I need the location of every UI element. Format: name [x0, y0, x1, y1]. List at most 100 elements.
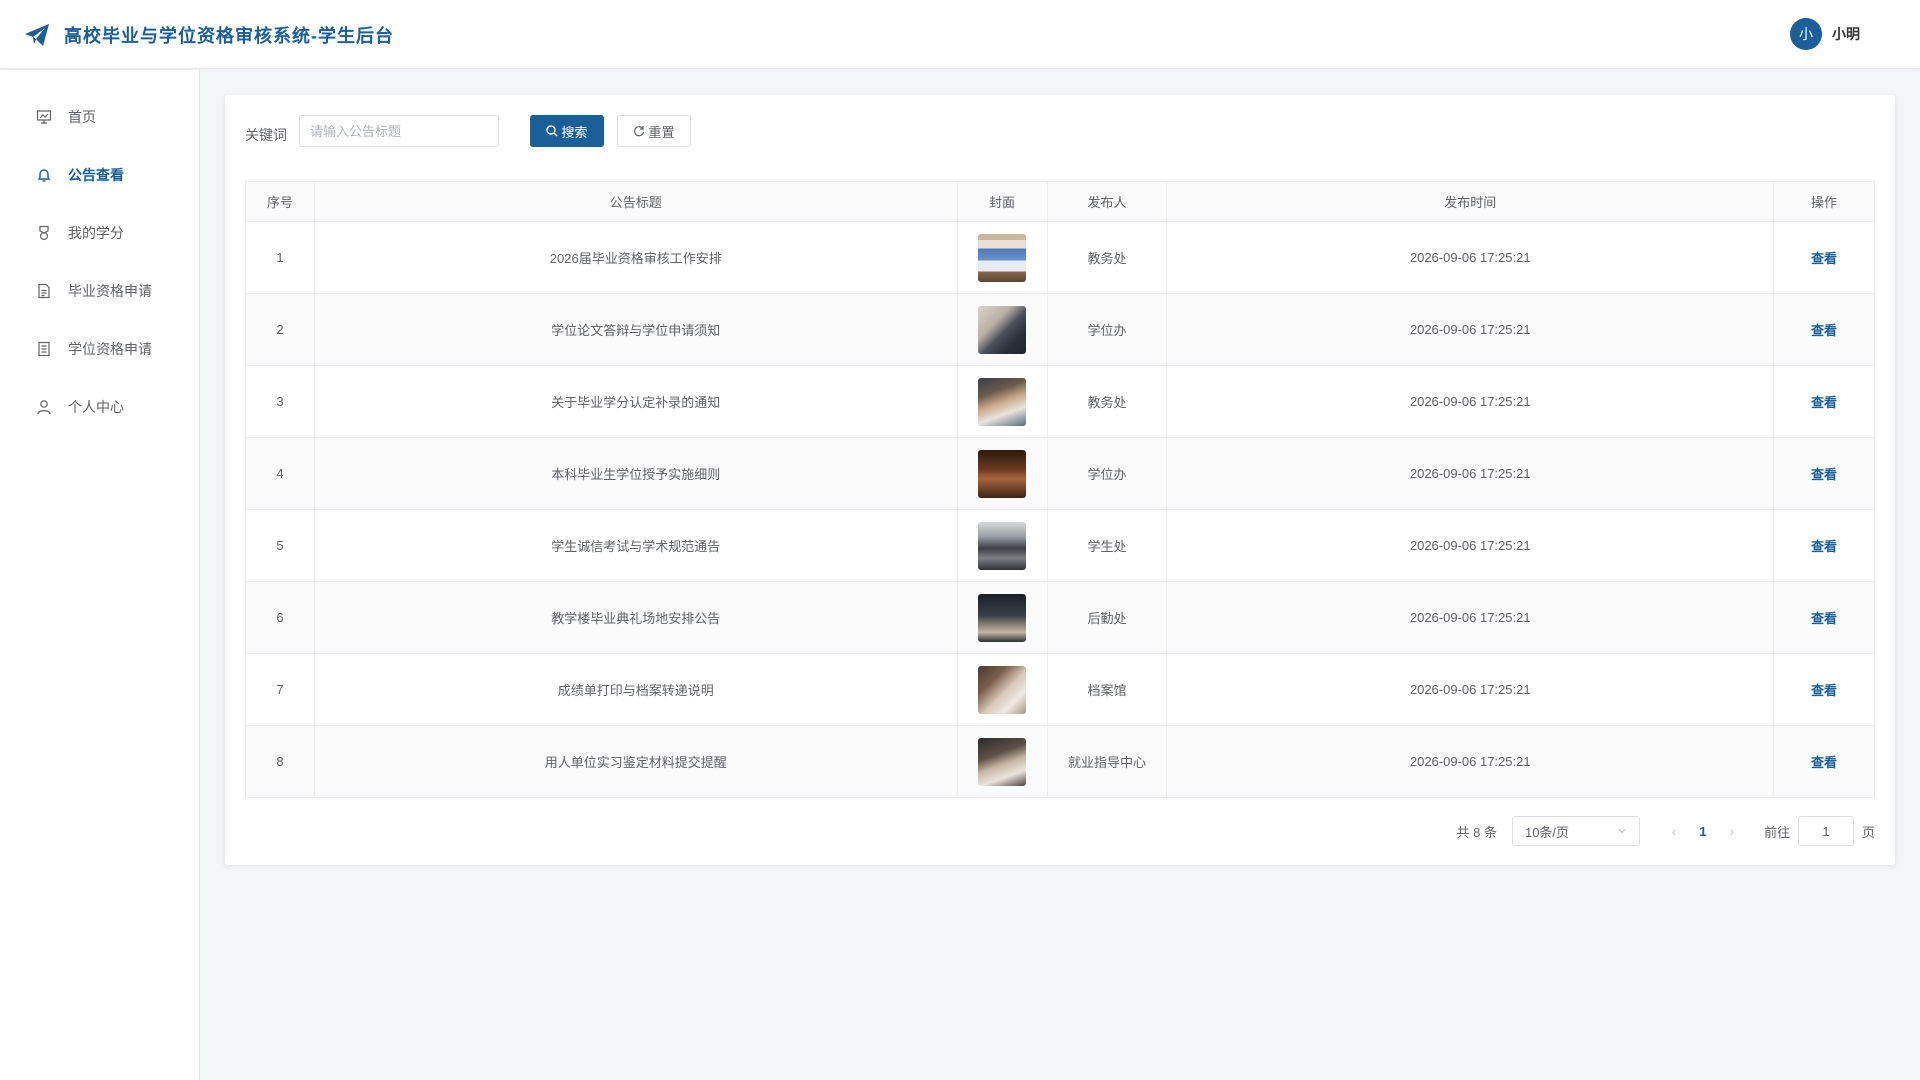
sidebar-item-label: 学位资格申请: [68, 341, 152, 357]
document-list-icon: [36, 341, 52, 357]
page-number-current[interactable]: 1: [1688, 824, 1718, 839]
row-index: 1: [245, 221, 315, 294]
goto-label: 前往: [1763, 824, 1790, 840]
page-size-value: 10条/页: [1524, 824, 1570, 840]
row-title: 学位论文答辩与学位申请须知: [313, 293, 958, 366]
sidebar-item-label: 个人中心: [68, 399, 124, 415]
sidebar-item-label: 公告查看: [68, 167, 124, 183]
app-title: 高校毕业与学位资格审核系统-学生后台: [64, 26, 394, 46]
cover-thumbnail[interactable]: [978, 305, 1027, 354]
reset-button-label: 重置: [648, 124, 675, 140]
row-action-cell: 查看: [1773, 725, 1875, 798]
row-index: 5: [245, 509, 315, 582]
user-menu[interactable]: 小 小明: [1790, 18, 1860, 50]
view-link[interactable]: 查看: [1811, 755, 1837, 770]
table-row: 1 2026届毕业资格审核工作安排 教务处 2026-09-06 17:25:2…: [245, 221, 1875, 294]
goto-page-input[interactable]: [1797, 816, 1854, 846]
cover-thumbnail[interactable]: [978, 737, 1027, 786]
search-button-label: 搜索: [561, 124, 588, 140]
row-publisher: 就业指导中心: [1046, 725, 1168, 798]
table-row: 7 成绩单打印与档案转递说明 档案馆 2026-09-06 17:25:21 查…: [245, 653, 1875, 726]
cover-cell: [956, 437, 1048, 510]
row-action-cell: 查看: [1773, 365, 1875, 438]
row-time: 2026-09-06 17:25:21: [1166, 293, 1775, 366]
table-row: 6 教学楼毕业典礼场地安排公告 后勤处 2026-09-06 17:25:21 …: [245, 581, 1875, 654]
row-action-cell: 查看: [1773, 437, 1875, 510]
row-time: 2026-09-06 17:25:21: [1166, 725, 1775, 798]
prev-page-button[interactable]: ‹: [1660, 823, 1688, 839]
view-link[interactable]: 查看: [1811, 683, 1837, 698]
cover-thumbnail[interactable]: [978, 593, 1027, 642]
sidebar-item-home[interactable]: 首页: [0, 95, 200, 139]
bell-icon: [36, 167, 52, 183]
page-size-select[interactable]: 10条/页: [1511, 816, 1640, 846]
row-action-cell: 查看: [1773, 509, 1875, 582]
row-title: 用人单位实习鉴定材料提交提醒: [313, 725, 958, 798]
sidebar-item-profile[interactable]: 个人中心: [0, 385, 200, 429]
sidebar-item-label: 我的学分: [68, 225, 124, 241]
sidebar: 首页 公告查看 我的学分 毕业资格申请 学位资格申请 个人中心: [0, 70, 200, 1080]
col-header-action: 操作: [1773, 181, 1875, 222]
table-row: 2 学位论文答辩与学位申请须知 学位办 2026-09-06 17:25:21 …: [245, 293, 1875, 366]
sidebar-item-degree-apply[interactable]: 学位资格申请: [0, 327, 200, 371]
keyword-label: 关键词: [245, 127, 287, 143]
view-link[interactable]: 查看: [1811, 251, 1837, 266]
row-title: 成绩单打印与档案转递说明: [313, 653, 958, 726]
row-publisher: 学位办: [1046, 293, 1168, 366]
row-index: 4: [245, 437, 315, 510]
row-publisher: 教务处: [1046, 221, 1168, 294]
row-index: 7: [245, 653, 315, 726]
table-header-row: 序号 公告标题 封面 发布人 发布时间 操作: [245, 181, 1875, 222]
chevron-down-icon: [1618, 829, 1626, 834]
cover-thumbnail[interactable]: [978, 665, 1027, 714]
row-time: 2026-09-06 17:25:21: [1166, 653, 1775, 726]
sidebar-item-credits[interactable]: 我的学分: [0, 211, 200, 255]
row-publisher: 教务处: [1046, 365, 1168, 438]
col-header-index: 序号: [245, 181, 315, 222]
sidebar-item-graduation-apply[interactable]: 毕业资格申请: [0, 269, 200, 313]
row-title: 关于毕业学分认定补录的通知: [313, 365, 958, 438]
cover-cell: [956, 509, 1048, 582]
table-row: 3 关于毕业学分认定补录的通知 教务处 2026-09-06 17:25:21 …: [245, 365, 1875, 438]
row-publisher: 档案馆: [1046, 653, 1168, 726]
view-link[interactable]: 查看: [1811, 467, 1837, 482]
reset-button[interactable]: 重置: [617, 115, 691, 147]
announcement-panel: 关键词 搜索 重置 序号 公告标题 封面 发布人 发布时间 操作 1 2026届…: [225, 95, 1895, 865]
cover-thumbnail[interactable]: [978, 521, 1027, 570]
row-action-cell: 查看: [1773, 293, 1875, 366]
top-header: 高校毕业与学位资格审核系统-学生后台 小 小明: [0, 0, 1920, 69]
col-header-title: 公告标题: [313, 181, 958, 222]
cover-cell: [956, 293, 1048, 366]
view-link[interactable]: 查看: [1811, 395, 1837, 410]
search-input[interactable]: [299, 115, 499, 147]
col-header-cover: 封面: [956, 181, 1048, 222]
cover-cell: [956, 581, 1048, 654]
paper-plane-logo-icon: [25, 24, 49, 46]
medal-icon: [36, 225, 52, 241]
user-icon: [36, 399, 52, 415]
sidebar-item-announcements[interactable]: 公告查看: [0, 153, 200, 197]
view-link[interactable]: 查看: [1811, 323, 1837, 338]
row-title: 2026届毕业资格审核工作安排: [313, 221, 958, 294]
sidebar-item-label: 首页: [68, 109, 96, 125]
search-button[interactable]: 搜索: [530, 115, 604, 147]
sidebar-item-label: 毕业资格申请: [68, 283, 152, 299]
page-unit-label: 页: [1861, 824, 1875, 840]
cover-thumbnail[interactable]: [978, 233, 1027, 282]
presentation-icon: [36, 109, 52, 125]
view-link[interactable]: 查看: [1811, 539, 1837, 554]
avatar[interactable]: 小: [1790, 18, 1822, 50]
row-index: 6: [245, 581, 315, 654]
cover-cell: [956, 653, 1048, 726]
row-action-cell: 查看: [1773, 653, 1875, 726]
document-icon: [36, 283, 52, 299]
refresh-icon: [634, 126, 645, 137]
row-time: 2026-09-06 17:25:21: [1166, 509, 1775, 582]
view-link[interactable]: 查看: [1811, 611, 1837, 626]
next-page-button[interactable]: ›: [1718, 823, 1746, 839]
row-title: 本科毕业生学位授予实施细则: [313, 437, 958, 510]
cover-thumbnail[interactable]: [978, 377, 1027, 426]
row-time: 2026-09-06 17:25:21: [1166, 437, 1775, 510]
cover-thumbnail[interactable]: [978, 449, 1027, 498]
user-name[interactable]: 小明: [1832, 24, 1860, 44]
